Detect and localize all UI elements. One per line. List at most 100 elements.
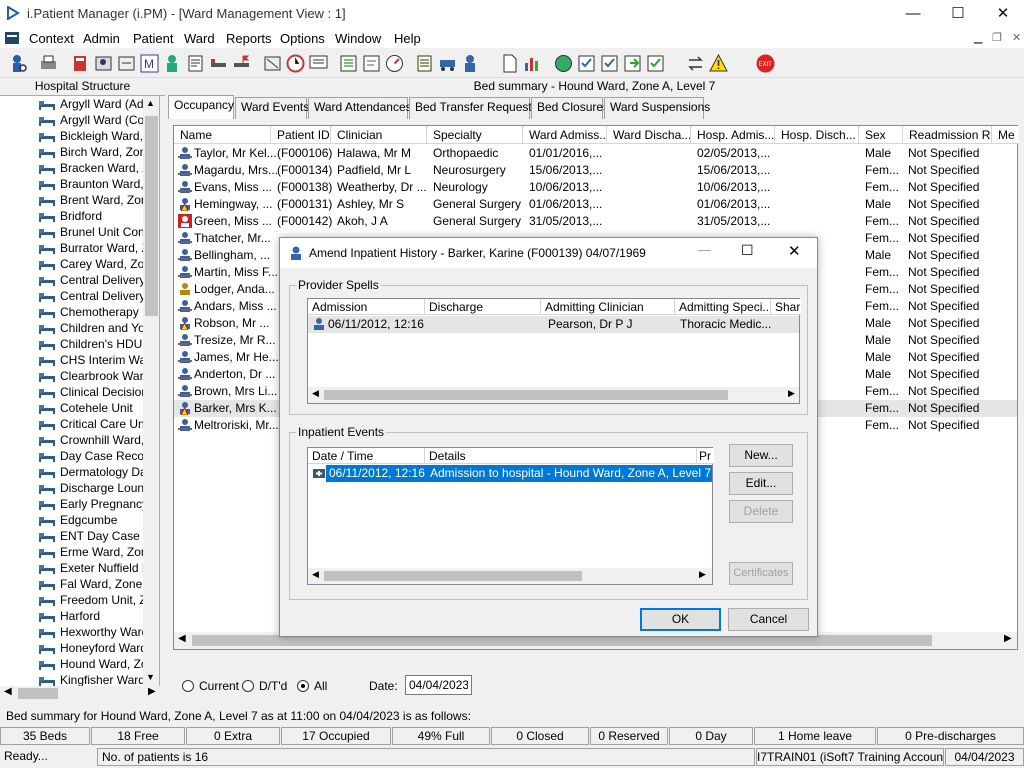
spells-scroll-right-icon[interactable]: ▶	[788, 388, 795, 399]
spells-col-clinician[interactable]: Admitting Clinician	[541, 299, 675, 315]
tree-horizontal-scrollbar[interactable]: ◀ ▶	[0, 686, 160, 701]
scroll-left-icon[interactable]: ◀	[4, 686, 12, 697]
menu-patient[interactable]: Patient	[133, 31, 173, 46]
transfer-icon[interactable]	[116, 53, 137, 74]
tree-item-ward[interactable]: Central Delivery S	[39, 273, 157, 289]
mdi-minimize-icon[interactable]: ▁	[974, 31, 982, 44]
list-scroll-right-icon[interactable]: ▶	[1004, 633, 1012, 644]
radio-all[interactable]	[297, 680, 309, 692]
events-col-pr[interactable]: Pr	[697, 448, 714, 464]
radio-current[interactable]	[182, 680, 194, 692]
check-list-icon[interactable]	[576, 53, 597, 74]
scroll-up-icon[interactable]: ▲	[146, 98, 155, 108]
admission-icon[interactable]	[93, 53, 114, 74]
menu-options[interactable]: Options	[280, 31, 325, 46]
tree-item-ward[interactable]: Hexworthy Ward,	[39, 625, 152, 641]
col-clinician[interactable]: Clinician	[331, 126, 427, 144]
bar-chart-icon[interactable]	[522, 53, 543, 74]
col-name[interactable]: Name	[174, 126, 271, 144]
tree-item-ward[interactable]: Hound Ward, Zon	[39, 657, 154, 673]
tree-item-ward[interactable]: Discharge Loung	[39, 481, 151, 497]
exit-icon[interactable]: EXIT	[755, 53, 776, 74]
tab-ward-attendances[interactable]: Ward Attendances	[308, 97, 412, 119]
event-row[interactable]: 06/11/2012, 12:16 Admission to hospital …	[308, 465, 712, 482]
green-tick-icon[interactable]	[645, 53, 666, 74]
events-col-details[interactable]: Details	[425, 448, 697, 464]
menu-context[interactable]: Context	[29, 31, 74, 46]
check-down-icon[interactable]	[599, 53, 620, 74]
maximize-button[interactable]: ☐	[935, 0, 981, 28]
dialog-maximize-button[interactable]: ☐	[741, 242, 754, 259]
tree-item-ward[interactable]: ENT Day Case U	[39, 529, 152, 545]
col-specialty[interactable]: Specialty	[427, 126, 523, 144]
events-col-datetime[interactable]: Date / Time	[308, 448, 425, 464]
form-icon[interactable]	[185, 53, 206, 74]
col-readmission[interactable]: Readmission R...	[903, 126, 992, 144]
tree-item-ward[interactable]: Crownhill Ward, Z	[39, 433, 155, 449]
tree-item-ward[interactable]: Burrator Ward, Zo	[39, 241, 156, 257]
tree-item-ward[interactable]: Honeyford Ward,	[39, 641, 150, 657]
date-input[interactable]	[405, 675, 472, 695]
globe-icon[interactable]	[553, 53, 574, 74]
patient-row[interactable]: Magardu, Mrs... (F000134) Padfield, Mr L Ne…	[174, 162, 1017, 179]
child-window-icon[interactable]	[4, 30, 20, 46]
tree-item-ward[interactable]: Dermatology Day	[39, 465, 153, 481]
patient-search-icon[interactable]	[8, 53, 29, 74]
mdi-restore-icon[interactable]: ❐	[992, 31, 1002, 44]
ok-button[interactable]: OK	[640, 608, 721, 631]
col-sex[interactable]: Sex	[859, 126, 903, 144]
new-event-button[interactable]: New...	[729, 444, 793, 467]
tree-item-ward[interactable]: Brent Ward, Zone	[39, 193, 154, 209]
spells-scroll-thumb[interactable]	[324, 390, 728, 400]
patient-row[interactable]: Evans, Miss ... (F000138) Weatherby, Dr ..…	[174, 179, 1017, 196]
red-book-icon[interactable]	[70, 53, 91, 74]
mdi-close-icon[interactable]: ✕	[1012, 31, 1021, 44]
tree-item-ward[interactable]: Day Case Recov	[39, 449, 150, 465]
tree-item-ward[interactable]: CHS Interim Ward	[39, 353, 157, 369]
tree-item-ward[interactable]: Braunton Ward, Z	[39, 177, 154, 193]
col-ward-admission[interactable]: Ward Admiss...	[523, 126, 607, 144]
close-button[interactable]: ✕	[980, 0, 1024, 28]
cancel-button[interactable]: Cancel	[728, 608, 809, 631]
tree-scroll-thumb[interactable]	[145, 116, 158, 316]
tab-bed-closures[interactable]: Bed Closures	[531, 97, 609, 119]
green-arrow-icon[interactable]	[622, 53, 643, 74]
spells-col-share[interactable]: Shar	[771, 299, 801, 315]
tree-item-ward[interactable]: Argyll Ward (Adul	[39, 97, 153, 113]
spells-scroll-left-icon[interactable]: ◀	[312, 388, 319, 399]
spell-row[interactable]: 06/11/2012, 12:16 Pearson, Dr P J Thorac…	[308, 316, 799, 333]
spells-col-specialty[interactable]: Admitting Speci...	[675, 299, 771, 315]
tree-item-ward[interactable]: Bridford	[39, 209, 102, 225]
tree-item-ward[interactable]: Erme Ward, Zone	[39, 545, 154, 561]
doctor-icon[interactable]	[162, 53, 183, 74]
tree-item-ward[interactable]: Fal Ward, Zone E	[39, 577, 154, 593]
tree-vertical-scrollbar[interactable]: ▲ ▼	[143, 96, 159, 686]
printer-icon[interactable]	[38, 53, 59, 74]
tree-item-ward[interactable]: Children's HDU (N	[39, 337, 158, 353]
tab-ward-suspensions[interactable]: Ward Suspensions	[604, 97, 710, 119]
tree-item-ward[interactable]: Children and You	[39, 321, 151, 337]
certificates-button[interactable]: Certificates	[729, 562, 793, 585]
scroll-right-icon[interactable]: ▶	[148, 686, 156, 697]
spells-col-discharge[interactable]: Discharge	[425, 299, 541, 315]
document-icon[interactable]	[499, 53, 520, 74]
spells-col-admission[interactable]: Admission	[308, 299, 425, 315]
warning-icon[interactable]	[708, 53, 729, 74]
col-patient-id[interactable]: Patient ID	[271, 126, 331, 144]
tree-item-ward[interactable]: Early Pregnancy U	[39, 497, 159, 513]
radio-dtd[interactable]	[242, 680, 254, 692]
menu-ward[interactable]: Ward	[184, 31, 215, 46]
tree-item-ward[interactable]: Argyll Ward (Cots	[39, 113, 154, 129]
tree-item-ward[interactable]: Chemotherapy Da	[39, 305, 157, 321]
clock-icon[interactable]	[285, 53, 306, 74]
tree-item-ward[interactable]: Brunel Unit Contir	[39, 225, 155, 241]
menu-reports[interactable]: Reports	[226, 31, 272, 46]
tree-item-ward[interactable]: Clearbrook Ward,	[39, 369, 154, 385]
tree-item-ward[interactable]: Harford	[39, 609, 100, 625]
list-scroll-left-icon[interactable]: ◀	[178, 633, 186, 644]
events-scroll-right-icon[interactable]: ▶	[699, 569, 706, 580]
m-icon[interactable]: M	[139, 53, 160, 74]
menu-window[interactable]: Window	[335, 31, 381, 46]
patient-row[interactable]: Green, Miss ... (F000142) Akoh, J A General…	[174, 213, 1017, 230]
events-scroll-thumb[interactable]	[324, 571, 582, 581]
